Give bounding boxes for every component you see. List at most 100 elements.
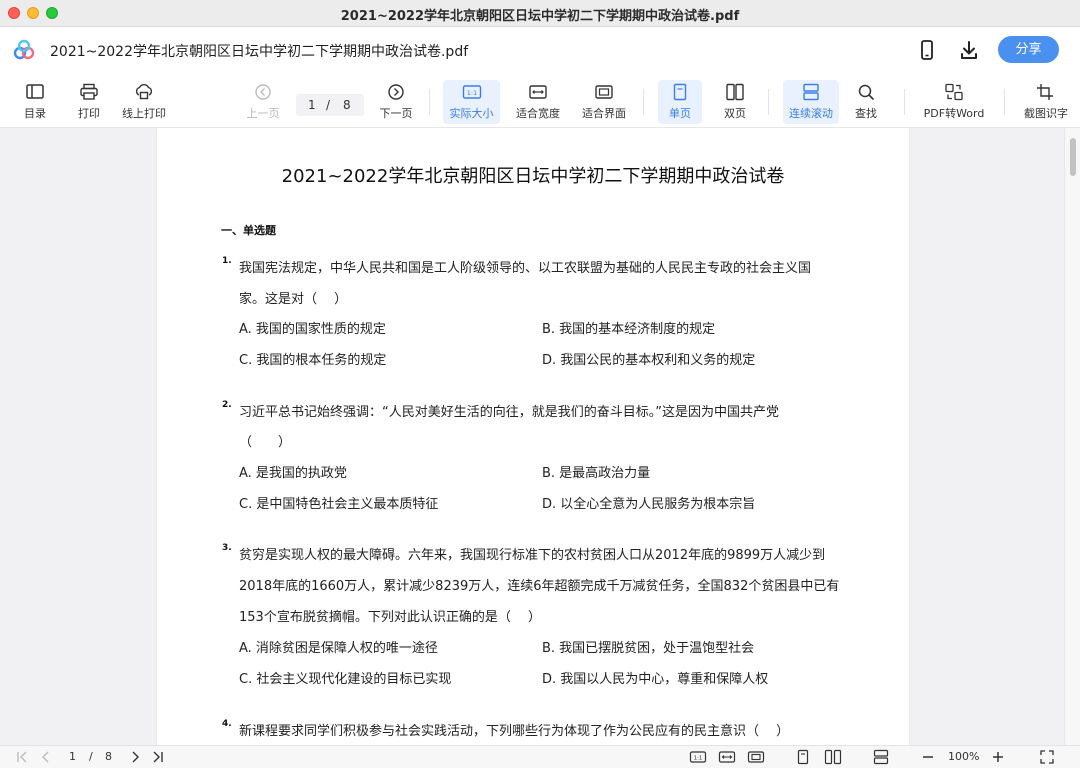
double-page-icon — [725, 83, 745, 101]
toc-button[interactable]: 目录 — [18, 80, 52, 124]
toolbar-divider — [643, 89, 644, 115]
title-bar: 2021~2022学年北京朝阳区日坛中学初二下学期期中政治试卷.pdf — [0, 0, 1080, 27]
question-text: （ ） — [239, 435, 292, 450]
paper-title: 2021~2022学年北京朝阳区日坛中学初二下学期期中政治试卷 — [281, 166, 785, 187]
fit-page-label: 适合界面 — [582, 107, 626, 120]
online-print-button[interactable]: 线上打印 — [118, 80, 170, 124]
print-button[interactable]: 打印 — [74, 80, 104, 124]
current-page: 1 — [308, 98, 316, 112]
zoom-in-icon[interactable] — [991, 749, 1005, 765]
option-d: D. 以全心全意为人民服务为根本宗旨 — [542, 497, 756, 512]
double-page-icon[interactable] — [824, 749, 842, 765]
question-text: 我国宪法规定，中华人民共和国是工人阶级领导的、以工农联盟为基础的人民民主专政的社… — [239, 261, 812, 276]
toolbar-divider — [429, 89, 430, 115]
section-heading: 一、单选题 — [221, 224, 276, 237]
scrollbar-thumb[interactable] — [1070, 138, 1076, 176]
single-page-icon[interactable] — [795, 749, 811, 765]
fullscreen-icon[interactable] — [1039, 749, 1055, 765]
pdf-to-word-button[interactable]: PDF转Word — [920, 80, 988, 124]
prev-page-icon[interactable] — [39, 749, 51, 765]
single-page-label: 单页 — [669, 107, 691, 120]
question-text: 家。这是对（ ） — [239, 292, 348, 307]
mobile-phone-icon[interactable] — [915, 38, 939, 62]
convert-icon — [944, 83, 964, 101]
crop-icon — [1036, 83, 1056, 101]
header: 2021~2022学年北京朝阳区日坛中学初二下学期期中政治试卷.pdf 分享 — [0, 27, 1080, 73]
actual-size-icon[interactable]: 1:1 — [689, 749, 707, 765]
ocr-label: 截图识字 — [1024, 107, 1068, 120]
option-d: D. 我国公民的基本权利和义务的规定 — [542, 353, 756, 368]
download-icon[interactable] — [957, 38, 981, 62]
find-label: 查找 — [855, 107, 877, 120]
question-text: 贫穷是实现人权的最大障碍。六年来，我国现行标准下的农村贫困人口从2012年底的9… — [239, 548, 826, 563]
double-page-label: 双页 — [724, 107, 746, 120]
fit-width-icon[interactable] — [718, 749, 736, 765]
next-page-button[interactable]: 下一页 — [377, 80, 415, 124]
continuous-scroll-button[interactable]: 连续滚动 — [783, 80, 839, 124]
vertical-scrollbar[interactable] — [1064, 128, 1080, 745]
status-current-page[interactable]: 1 — [69, 750, 76, 763]
toc-label: 目录 — [24, 107, 46, 120]
question-number: 3. — [222, 543, 232, 553]
next-page-label: 下一页 — [379, 107, 413, 120]
question-number: 4. — [222, 719, 232, 729]
option-a: A. 是我国的执政党 — [239, 466, 347, 481]
total-pages: 8 — [343, 98, 351, 112]
last-page-icon[interactable] — [151, 749, 165, 765]
single-page-icon — [670, 83, 690, 101]
fit-width-button[interactable]: 适合宽度 — [513, 80, 563, 124]
chevron-left-circle-icon — [253, 83, 273, 101]
status-actual-size-icon-text: 1:1 — [694, 756, 703, 762]
search-icon — [856, 83, 876, 101]
zoom-out-icon[interactable] — [921, 749, 935, 765]
prev-page-label: 上一页 — [246, 107, 280, 120]
print-label: 打印 — [78, 107, 100, 120]
pdf-page: 2021~2022学年北京朝阳区日坛中学初二下学期期中政治试卷 一、单选题 1.… — [157, 128, 909, 745]
first-page-icon[interactable] — [15, 749, 29, 765]
status-total-pages: 8 — [105, 750, 112, 763]
status-page-separator: / — [89, 750, 93, 763]
pdf-to-word-label: PDF转Word — [923, 107, 985, 120]
fit-width-icon — [528, 83, 548, 101]
find-button[interactable]: 查找 — [849, 80, 883, 124]
option-d: D. 我国以人民为中心，尊重和保障人权 — [542, 672, 769, 687]
toolbar-divider — [904, 89, 905, 115]
double-page-button[interactable]: 双页 — [716, 80, 754, 124]
page-separator: / — [326, 98, 331, 112]
app-logo-icon — [12, 39, 36, 61]
actual-size-button[interactable]: 1:1 实际大小 — [443, 80, 500, 124]
toolbar: 目录 打印 线上打印 上一页 1 / 8 下一页 1:1 实际大小 适合宽度 适… — [0, 73, 1080, 128]
question-text: 153个宣布脱贫摘帽。下列对此认识正确的是（ ） — [239, 610, 541, 625]
page-number-input[interactable]: 1 / 8 — [296, 94, 364, 116]
option-a: A. 消除贫困是保障人权的唯一途径 — [239, 641, 438, 656]
share-button[interactable]: 分享 — [998, 36, 1059, 63]
continuous-scroll-icon — [801, 83, 821, 101]
continuous-scroll-label: 连续滚动 — [789, 107, 833, 120]
prev-page-button[interactable]: 上一页 — [244, 80, 282, 124]
option-c: C. 我国的根本任务的规定 — [239, 353, 387, 368]
option-b: B. 我国已摆脱贫困，处于温饱型社会 — [542, 641, 755, 656]
cloud-print-icon — [134, 83, 154, 101]
option-b: B. 是最高政治力量 — [542, 466, 651, 481]
single-page-button[interactable]: 单页 — [658, 80, 702, 124]
status-bar: 1 / 8 1:1 100% — [0, 745, 1080, 768]
toolbar-divider — [1004, 89, 1005, 115]
sidebar-icon — [25, 83, 45, 101]
fit-page-button[interactable]: 适合界面 — [579, 80, 629, 124]
fit-page-icon[interactable] — [747, 749, 765, 765]
question-text: 2018年底的1660万人，累计减少8239万人，连续6年超额完成千万减贫任务，… — [239, 579, 840, 594]
actual-size-label: 实际大小 — [449, 107, 494, 120]
option-c: C. 是中国特色社会主义最本质特征 — [239, 497, 439, 512]
zoom-level[interactable]: 100% — [948, 750, 979, 763]
document-viewport[interactable]: 2021~2022学年北京朝阳区日坛中学初二下学期期中政治试卷 一、单选题 1.… — [0, 128, 1080, 745]
fit-width-label: 适合宽度 — [516, 107, 560, 120]
question-text: 新课程要求同学们积极参与社会实践活动，下列哪些行为体现了作为公民应有的民主意识（… — [239, 724, 790, 739]
next-page-icon[interactable] — [129, 749, 141, 765]
ocr-button[interactable]: 截图识字 — [1020, 80, 1072, 124]
window-title: 2021~2022学年北京朝阳区日坛中学初二下学期期中政治试卷.pdf — [340, 9, 740, 24]
continuous-scroll-icon[interactable] — [872, 749, 890, 765]
online-print-label: 线上打印 — [122, 107, 166, 120]
toolbar-divider — [768, 89, 769, 115]
chevron-right-circle-icon — [386, 83, 406, 101]
option-a: A. 我国的国家性质的规定 — [239, 322, 386, 337]
